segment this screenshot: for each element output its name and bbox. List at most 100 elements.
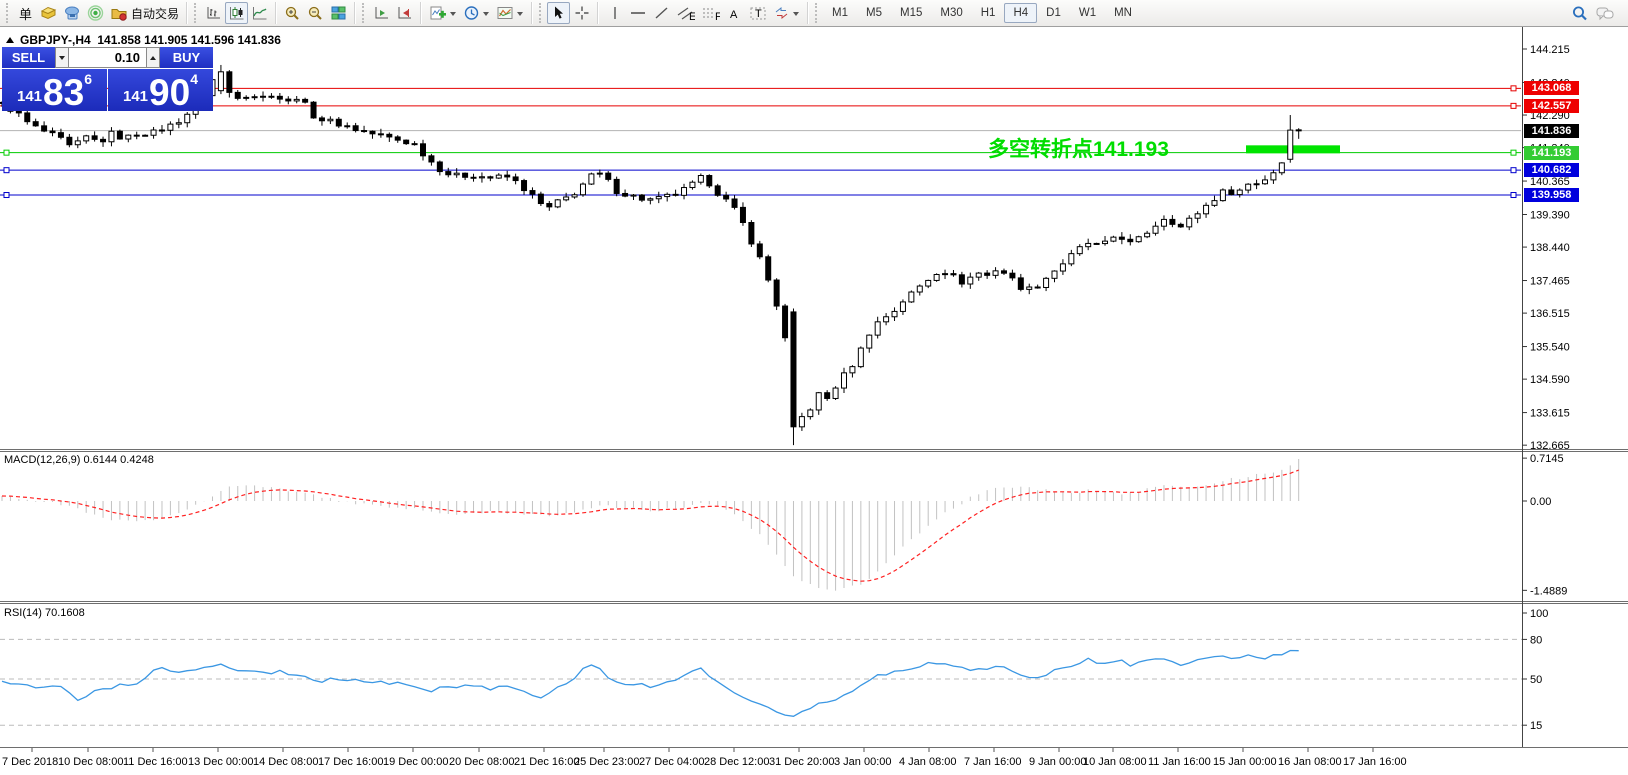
toolbar-grip[interactable] <box>194 3 197 23</box>
toolbar-separator <box>354 2 357 24</box>
indicators-button[interactable] <box>426 2 460 24</box>
periods-button[interactable] <box>460 2 493 24</box>
sell-price-big: 83 <box>43 71 85 113</box>
toolbar-grip[interactable] <box>362 3 365 23</box>
candles <box>0 64 1302 446</box>
level-handle-icon[interactable] <box>1510 149 1517 156</box>
sell-price-sup: 6 <box>84 71 92 87</box>
candlestick-chart-icon <box>230 7 244 20</box>
time-axis-label: 9 Jan 00:00 <box>1029 756 1087 768</box>
zoom-out-button[interactable] <box>304 2 327 24</box>
line-chart-button[interactable] <box>248 2 271 24</box>
time-axis-label: 7 Dec 2018 <box>2 756 58 768</box>
level-handle-icon[interactable] <box>1510 85 1517 92</box>
autotrade-button[interactable]: 自动交易 <box>107 2 182 24</box>
macd-histogram <box>1 458 1300 591</box>
text-tool-button[interactable]: A <box>723 2 746 24</box>
buy-price-big: 90 <box>149 71 191 113</box>
arrows-tool-button[interactable] <box>770 2 803 24</box>
auto-scroll-button[interactable] <box>370 2 393 24</box>
metaeditor-button[interactable] <box>60 2 84 24</box>
trendline-tool-button[interactable] <box>650 2 673 24</box>
price-level-label-141.193: 141.193 <box>1524 145 1579 160</box>
time-axis-label: 31 Dec 20:00 <box>769 756 834 768</box>
rsi-line <box>1 649 1299 717</box>
candlestick-chart-button[interactable] <box>225 2 249 24</box>
level-handle-icon[interactable] <box>3 167 10 174</box>
chart-shift-button[interactable] <box>393 2 416 24</box>
macd-tick-label: 0.7145 <box>1530 453 1564 465</box>
price-tick-label: 133.615 <box>1530 408 1570 420</box>
tile-windows-button[interactable] <box>327 2 350 24</box>
toolbar-separator <box>186 2 189 24</box>
volume-increase-button[interactable] <box>146 47 160 68</box>
dropdown-caret-icon[interactable] <box>450 11 457 19</box>
level-handle-icon[interactable] <box>1510 102 1517 109</box>
price-tick-label: 134.590 <box>1530 374 1570 386</box>
buy-price-display[interactable]: 141 90 4 <box>108 69 213 111</box>
level-handle-icon[interactable] <box>3 192 10 199</box>
sell-price-display[interactable]: 141 83 6 <box>2 69 107 111</box>
fibonacci-tool-button[interactable]: F <box>698 2 723 24</box>
svg-text:F: F <box>715 11 720 21</box>
chart-canvas: 144.215143.240142.290141.340140.365139.3… <box>0 27 1628 768</box>
dropdown-caret-icon[interactable] <box>483 11 490 19</box>
collapse-arrow-icon[interactable] <box>6 33 14 43</box>
search-icon <box>1573 6 1587 20</box>
new-order-button[interactable]: 单 <box>14 2 37 24</box>
caret-down-icon <box>59 55 65 63</box>
toolbar-grip[interactable] <box>539 3 542 23</box>
timeframe-M15[interactable]: M15 <box>891 3 931 23</box>
templates-icon <box>497 7 513 19</box>
volume-input[interactable] <box>69 47 146 68</box>
toolbar-grip[interactable] <box>815 3 818 23</box>
signal-icon <box>87 5 104 21</box>
level-handle-icon[interactable] <box>1510 192 1517 199</box>
timeframe-M30[interactable]: M30 <box>931 3 971 23</box>
time-axis-label: 28 Dec 12:00 <box>704 756 769 768</box>
toolbar-grip[interactable] <box>6 3 9 23</box>
mt4-window: 144.215143.240142.290141.340140.365139.3… <box>0 0 1628 775</box>
order-book-button[interactable] <box>37 2 60 24</box>
toolbar-separator <box>807 2 810 24</box>
timeframe-MN[interactable]: MN <box>1105 3 1141 23</box>
line-chart-icon <box>253 7 267 20</box>
search-button[interactable] <box>1568 2 1592 24</box>
one-click-trade-panel: SELL BUY 141 83 6 141 90 4 <box>2 47 213 111</box>
chat-button[interactable] <box>1592 2 1618 24</box>
templates-button[interactable] <box>493 2 527 24</box>
cursor-tool-button[interactable] <box>547 2 571 24</box>
time-axis-label: 16 Jan 08:00 <box>1278 756 1342 768</box>
price-tick-label: 132.665 <box>1530 440 1570 452</box>
toolbar-separator <box>597 2 600 24</box>
toolbar-separator <box>275 2 278 24</box>
dropdown-caret-icon[interactable] <box>517 11 524 19</box>
timeframe-H4[interactable]: H4 <box>1004 3 1038 23</box>
rsi-tick-label: 50 <box>1530 674 1542 686</box>
timeframe-W1[interactable]: W1 <box>1070 3 1105 23</box>
timeframe-group: M1 M5 M15 M30 H1 H4 D1 W1 MN <box>823 3 1141 23</box>
time-axis-label: 25 Dec 23:00 <box>574 756 639 768</box>
dropdown-caret-icon[interactable] <box>793 11 800 19</box>
level-handle-icon[interactable] <box>3 149 10 156</box>
bar-chart-button[interactable] <box>202 2 225 24</box>
timeframe-M1[interactable]: M1 <box>823 3 857 23</box>
sell-button[interactable]: SELL <box>2 47 55 68</box>
horizontal-line-tool-button[interactable] <box>626 2 650 24</box>
vertical-line-tool-button[interactable] <box>603 2 626 24</box>
crosshair-tool-button[interactable] <box>570 2 593 24</box>
timeframe-D1[interactable]: D1 <box>1037 3 1070 23</box>
time-axis-label: 10 Dec 08:00 <box>58 756 123 768</box>
buy-button[interactable]: BUY <box>160 47 213 68</box>
pivot-annotation-text[interactable]: 多空转折点141.193 <box>988 133 1169 163</box>
time-axis-label: 10 Jan 08:00 <box>1083 756 1147 768</box>
timeframe-H1[interactable]: H1 <box>972 3 1005 23</box>
timeframe-M5[interactable]: M5 <box>857 3 891 23</box>
signals-button[interactable] <box>84 2 107 24</box>
text-label-tool-button[interactable]: T <box>746 2 770 24</box>
volume-decrease-button[interactable] <box>55 47 69 68</box>
price-level-label-139.958: 139.958 <box>1524 188 1579 202</box>
level-handle-icon[interactable] <box>1510 167 1517 174</box>
equidistant-channel-tool-button[interactable]: E <box>673 2 698 24</box>
zoom-in-button[interactable] <box>281 2 304 24</box>
